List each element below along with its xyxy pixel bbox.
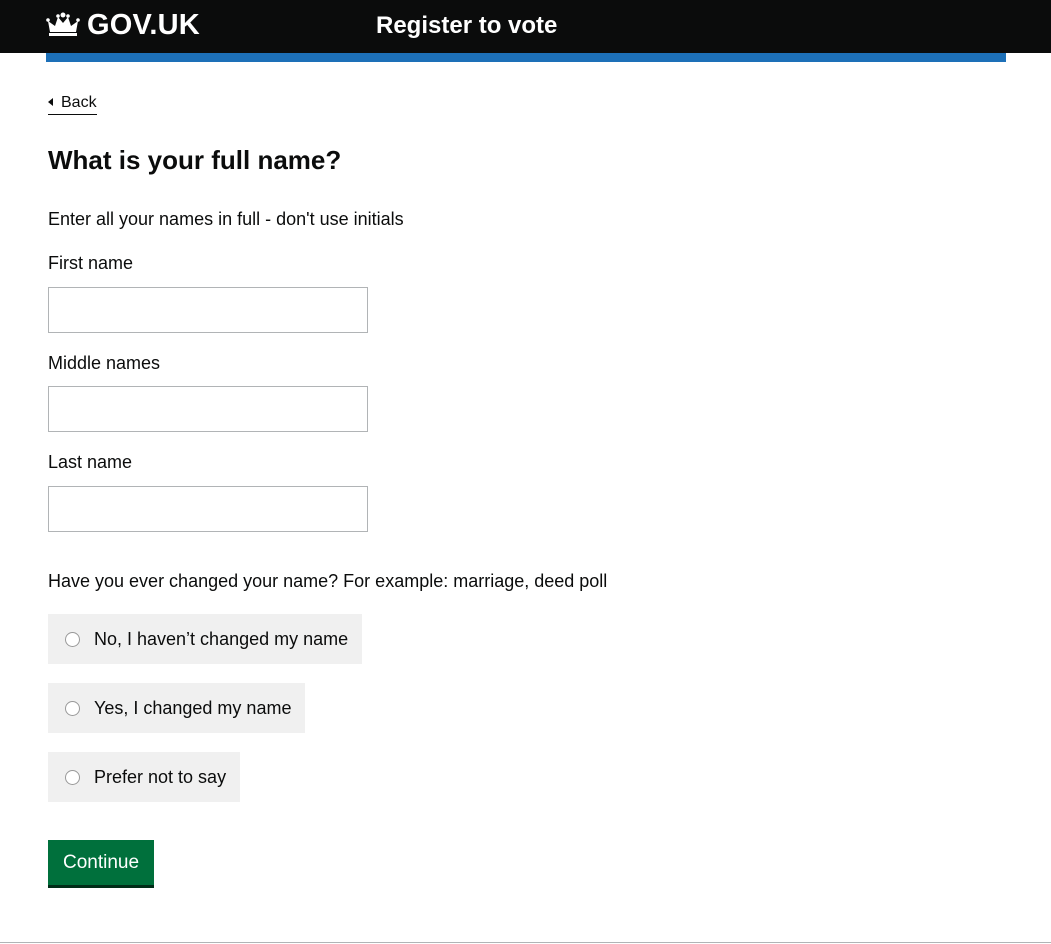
radio-button[interactable]: [65, 769, 80, 785]
header-accent-bar: [46, 53, 1006, 62]
site-header: GOV.UK Register to vote: [0, 0, 1051, 53]
first-name-input[interactable]: [48, 287, 368, 333]
back-link-label: Back: [61, 94, 97, 111]
footer-divider: [0, 942, 1051, 943]
continue-button[interactable]: Continue: [48, 840, 155, 888]
name-change-question: Have you ever changed your name? For exa…: [48, 571, 608, 591]
radio-option-prefer-not[interactable]: Prefer not to say: [48, 752, 241, 802]
last-name-label: Last name: [48, 452, 133, 472]
radio-button[interactable]: [65, 700, 80, 716]
back-link[interactable]: Back: [48, 93, 97, 115]
first-name-label: First name: [48, 253, 134, 273]
name-hint: Enter all your names in full - don't use…: [48, 209, 404, 229]
radio-option-yes[interactable]: Yes, I changed my name: [48, 683, 306, 733]
last-name-input[interactable]: [48, 486, 368, 532]
radio-label: Prefer not to say: [94, 767, 227, 787]
middle-names-input[interactable]: [48, 386, 368, 432]
radio-label: Yes, I changed my name: [94, 698, 292, 718]
chevron-left-icon: [48, 98, 53, 106]
radio-option-no[interactable]: No, I haven’t changed my name: [48, 614, 363, 664]
govuk-logo-link[interactable]: GOV.UK: [46, 9, 200, 41]
logo-text: GOV.UK: [87, 9, 200, 41]
service-name-link[interactable]: Register to vote: [376, 11, 557, 41]
radio-button[interactable]: [65, 631, 80, 647]
middle-names-label: Middle names: [48, 353, 161, 373]
crown-icon: [46, 12, 80, 36]
page-title: What is your full name?: [48, 145, 342, 175]
radio-label: No, I haven’t changed my name: [94, 629, 349, 649]
